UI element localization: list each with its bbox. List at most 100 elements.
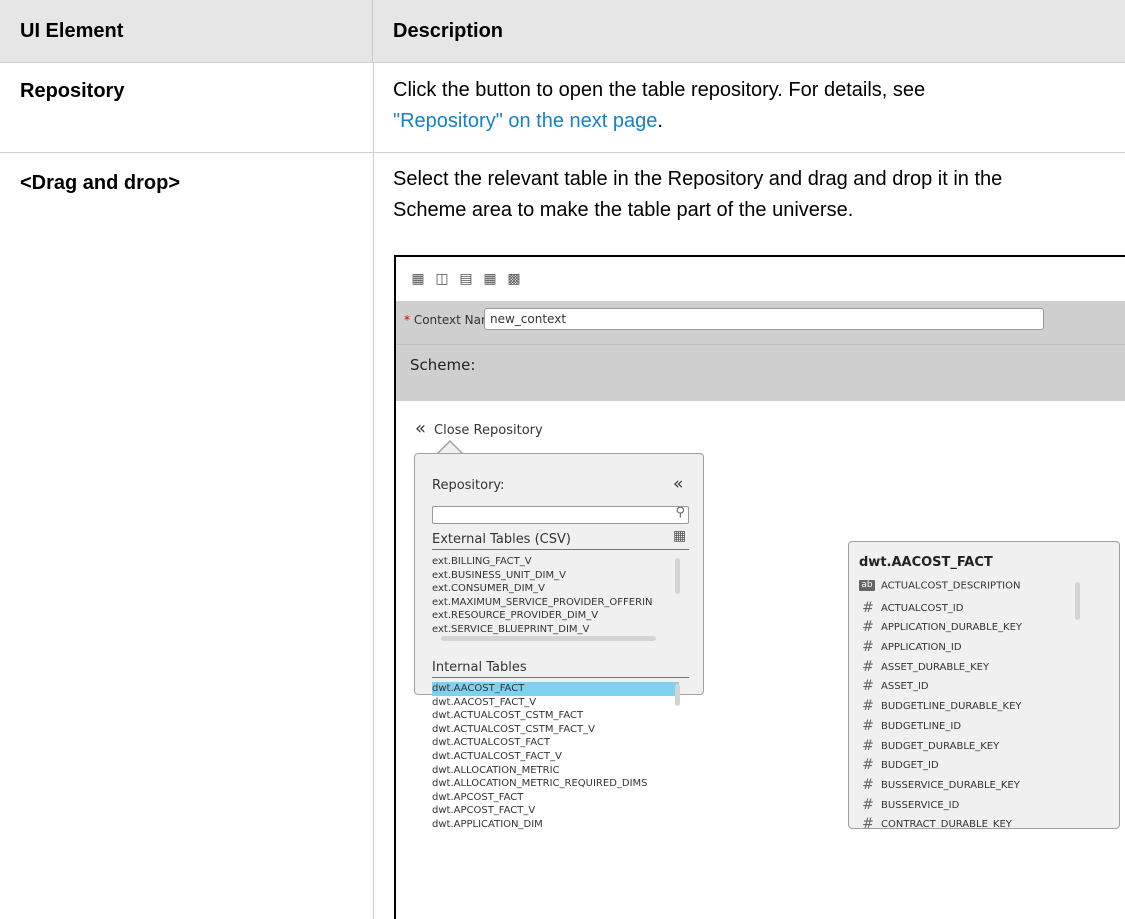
internal-table-item[interactable]: dwt.APCOST_FACT [432, 791, 679, 805]
ui-element-table: UI Element Description Repository Click … [0, 0, 1125, 919]
number-type-icon: # [862, 717, 874, 734]
internal-table-item[interactable]: dwt.APCOST_FACT_V [432, 804, 679, 818]
required-marker: * [404, 313, 410, 327]
table-column-item[interactable]: # BUDGET_DURABLE_KEY [859, 738, 1079, 758]
external-tables-list: ext.BILLING_FACT_V ext.BUSINESS_UNIT_DIM_… [432, 555, 679, 637]
table-column-item[interactable]: # BUDGET_ID [859, 757, 1079, 777]
external-horizontal-scrollbar[interactable] [441, 636, 656, 641]
table-column-item[interactable]: # ASSET_ID [859, 678, 1079, 698]
external-table-item[interactable]: ext.MAXIMUM_SERVICE_PROVIDER_OFFERIN [432, 596, 679, 610]
internal-table-item[interactable]: dwt.ACTUALCOST_FACT_V [432, 750, 679, 764]
number-type-icon: # [862, 796, 874, 813]
internal-table-item[interactable]: dwt.AACOST_FACT_V [432, 696, 679, 710]
new-icon[interactable]: ▦ [410, 271, 426, 287]
header-description: Description [373, 0, 1125, 62]
context-panel: * Context Name: new_context Scheme: [396, 301, 1125, 401]
table-column-name: ACTUALCOST_DESCRIPTION [881, 580, 1021, 592]
external-scrollbar[interactable] [675, 558, 680, 594]
table-column-item[interactable]: # BUDGETLINE_DURABLE_KEY [859, 698, 1079, 718]
external-table-item[interactable]: ext.BUSINESS_UNIT_DIM_V [432, 569, 679, 583]
table-column-name: ASSET_DURABLE_KEY [881, 661, 990, 673]
external-table-item[interactable]: ext.SERVICE_BLUEPRINT_DIM_V [432, 623, 679, 637]
row-divider [0, 152, 1125, 153]
row-description-repository: Click the button to open the table repos… [393, 75, 1118, 137]
table-column-name: BUSSERVICE_DURABLE_KEY [881, 779, 1020, 791]
table-column-name: ACTUALCOST_ID [881, 602, 964, 614]
description-line-2: Scheme area to make the table part of th… [393, 199, 854, 221]
table-box-title: dwt.AACOST_FACT [859, 555, 993, 570]
number-type-icon: # [862, 658, 874, 675]
number-type-icon: # [862, 599, 874, 616]
double-chevron-left-icon: « [415, 418, 427, 439]
table-column-item[interactable]: # BUDGETLINE_ID [859, 718, 1079, 738]
save-icon[interactable]: ◫ [434, 271, 450, 287]
repository-search-input[interactable]: ⚲ [432, 505, 689, 524]
internal-table-item[interactable]: dwt.ACTUALCOST_CSTM_FACT_V [432, 723, 679, 737]
external-table-item[interactable]: ext.BILLING_FACT_V [432, 555, 679, 569]
collapse-repository-icon[interactable]: « [673, 474, 683, 494]
properties-icon[interactable]: ▤ [458, 271, 474, 287]
table-column-name: ASSET_ID [881, 681, 929, 693]
table-column-item[interactable]: # BUSSERVICE_DURABLE_KEY [859, 777, 1079, 797]
search-icon[interactable]: ⚲ [675, 505, 685, 520]
table-column-name: BUDGETLINE_ID [881, 720, 962, 732]
external-table-item[interactable]: ext.CONSUMER_DIM_V [432, 582, 679, 596]
section-divider [432, 677, 689, 678]
table-column-name: BUDGETLINE_DURABLE_KEY [881, 701, 1022, 713]
internal-table-item[interactable]: dwt.ALLOCATION_METRIC_REQUIRED_DIMS [432, 777, 679, 791]
table-columns-list: ab ACTUALCOST_DESCRIPTION # ACTUALCOST_ID # A… [859, 580, 1079, 829]
add-table-icon[interactable]: ▦ [673, 528, 686, 544]
row-label-repository: Repository [20, 80, 125, 102]
internal-table-item[interactable]: dwt.AACOST_FACT [432, 682, 679, 696]
embedded-screenshot: ▦ ◫ ▤ ▦ ▩ * Context Name: new_context Sc… [394, 255, 1125, 919]
validate-icon[interactable]: ▩ [506, 271, 522, 287]
table-column-item[interactable]: # CONTRACT_DURABLE_KEY [859, 816, 1079, 829]
table-column-item[interactable]: # BUSSERVICE_ID [859, 797, 1079, 817]
description-line-1: Select the relevant table in the Reposit… [393, 168, 1003, 190]
external-table-item[interactable]: ext.RESOURCE_PROVIDER_DIM_V [432, 609, 679, 623]
toolbar: ▦ ◫ ▤ ▦ ▩ [396, 257, 1125, 301]
column-divider [373, 62, 374, 919]
internal-table-item[interactable]: dwt.ACTUALCOST_CSTM_FACT [432, 709, 679, 723]
number-type-icon: # [862, 678, 874, 695]
table-column-name: BUSSERVICE_ID [881, 799, 960, 811]
internal-table-item[interactable]: dwt.ACTUALCOST_FACT [432, 736, 679, 750]
table-column-item[interactable]: # APPLICATION_DURABLE_KEY [859, 619, 1079, 639]
table-column-name: BUDGET_ID [881, 760, 939, 772]
table-column-item[interactable]: ab ACTUALCOST_DESCRIPTION [859, 580, 1079, 600]
row-description-drag-drop: Select the relevant table in the Reposit… [393, 164, 1118, 226]
row-divider [0, 62, 1125, 63]
number-type-icon: # [862, 698, 874, 715]
table-box-scrollbar[interactable] [1075, 582, 1080, 620]
header-ui-element: UI Element [0, 0, 373, 62]
row-label-drag-drop: <Drag and drop> [20, 172, 181, 194]
internal-table-item[interactable]: dwt.APPLICATION_DIM [432, 818, 679, 832]
internal-scrollbar[interactable] [675, 684, 680, 706]
internal-tables-heading: Internal Tables [432, 660, 527, 675]
table-column-name: APPLICATION_DURABLE_KEY [881, 622, 1023, 634]
table-column-item[interactable]: # APPLICATION_ID [859, 639, 1079, 659]
table-column-name: BUDGET_DURABLE_KEY [881, 740, 1000, 752]
section-divider [432, 549, 689, 550]
context-name-input[interactable]: new_context [484, 308, 1044, 330]
table-column-name: CONTRACT_DURABLE_KEY [881, 819, 1012, 829]
table-box-dwt-aacost-fact[interactable]: dwt.AACOST_FACT ab ACTUALCOST_DESCRIPTION… [848, 541, 1120, 829]
table-column-item[interactable]: # ACTUALCOST_ID [859, 600, 1079, 620]
repository-title: Repository: [432, 478, 505, 493]
scheme-divider [396, 344, 1125, 345]
external-tables-heading: External Tables (CSV) [432, 532, 571, 547]
table-column-item[interactable]: # ASSET_DURABLE_KEY [859, 659, 1079, 679]
add-table-icon[interactable]: ▦ [482, 271, 498, 287]
description-text: Click the button to open the table repos… [393, 79, 926, 101]
number-type-icon: # [862, 639, 874, 656]
description-period: . [657, 110, 663, 132]
internal-tables-list: dwt.AACOST_FACT dwt.AACOST_FACT_V dwt.ACTU… [432, 682, 679, 832]
internal-table-item[interactable]: dwt.ALLOCATION_METRIC [432, 764, 679, 778]
repository-link[interactable]: "Repository" on the next page [393, 110, 657, 132]
close-repository-label: Close Repository [434, 423, 543, 438]
close-repository-button[interactable]: « Close Repository [415, 418, 543, 439]
table-column-name: APPLICATION_ID [881, 642, 962, 654]
repository-panel: Repository: « ⚲ External Tables (CSV) ▦ … [414, 453, 704, 830]
number-type-icon: # [862, 816, 874, 829]
number-type-icon: # [862, 737, 874, 754]
